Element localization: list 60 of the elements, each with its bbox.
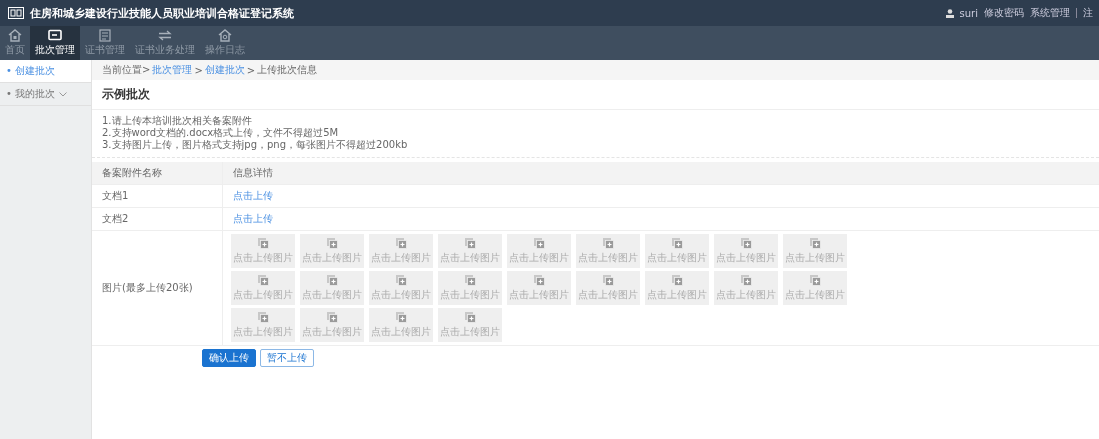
breadcrumb-text: > — [194, 64, 203, 76]
app-title: 住房和城乡建设行业技能人员职业培训合格证登记系统 — [30, 5, 294, 21]
nav-tab[interactable]: 操作日志 — [200, 26, 250, 60]
add-image-icon — [602, 274, 614, 286]
add-image-icon — [809, 237, 821, 249]
breadcrumb-link[interactable]: 批次管理 — [152, 63, 193, 77]
sidebar-item[interactable]: • 我的批次 — [0, 83, 91, 106]
add-image-icon — [257, 237, 269, 249]
add-image-icon — [671, 274, 683, 286]
instruction-text: 2.支持word文档的.docx格式上传，文件不得超过5M — [102, 127, 340, 139]
nav-tab[interactable]: 批次管理 — [30, 26, 80, 60]
username[interactable]: suri — [959, 7, 978, 19]
breadcrumb-link[interactable]: 创建批次 — [204, 63, 245, 77]
add-image-icon — [671, 237, 683, 249]
nav-tab[interactable]: 证书管理 — [80, 26, 130, 60]
page-title: 示例批次 — [92, 80, 1099, 110]
breadcrumb-text: > — [246, 64, 256, 76]
add-image-icon — [533, 237, 545, 249]
document-icon — [98, 29, 112, 42]
header-link[interactable]: 注 — [1083, 6, 1093, 20]
column-header: 信息详情 — [232, 166, 274, 180]
upload-link[interactable]: 点击上传 — [233, 189, 273, 203]
add-image-icon — [395, 237, 407, 249]
add-image-icon — [533, 274, 545, 286]
header-link[interactable]: 系统管理 — [1030, 6, 1070, 20]
instruction-text: 1.请上传本培训批次相关备案附件 — [102, 115, 253, 127]
add-image-icon — [257, 311, 269, 323]
logo-icon — [8, 7, 24, 19]
table-cell: 文档2 — [92, 208, 223, 230]
add-image-icon — [464, 237, 476, 249]
add-image-icon — [326, 311, 338, 323]
add-image-icon — [395, 274, 407, 286]
home-icon — [8, 29, 22, 42]
add-image-icon — [740, 274, 752, 286]
breadcrumb-text: 当前位置> — [102, 63, 151, 77]
user-icon — [945, 8, 954, 18]
instruction-text: 3.支持图片上传，图片格式支持jpg，png，每张图片不得超过200kb — [102, 139, 409, 151]
sidebar-item[interactable]: • 创建批次 — [0, 60, 91, 83]
cancel-button[interactable]: 暂不上传 — [260, 349, 314, 367]
header-link[interactable]: 修改密码 — [984, 6, 1024, 20]
swap-icon — [158, 29, 172, 42]
add-image-icon — [740, 237, 752, 249]
confirm-button[interactable]: 确认上传 — [202, 349, 256, 367]
column-header: 备案附件名称 — [92, 162, 223, 184]
add-image-icon — [395, 311, 407, 323]
add-image-icon — [602, 237, 614, 249]
upload-link[interactable]: 点击上传 — [233, 212, 273, 226]
add-image-icon — [326, 237, 338, 249]
add-image-icon — [464, 274, 476, 286]
table-cell: 文档1 — [92, 185, 223, 207]
nav-tab[interactable]: 证书业务处理 — [130, 26, 200, 60]
house-icon — [218, 29, 232, 42]
nav-tab[interactable]: 首页 — [0, 26, 30, 60]
table-cell: 图片(最多上传20张) — [92, 231, 223, 345]
add-image-icon — [464, 311, 476, 323]
add-image-icon — [809, 274, 821, 286]
monitor-icon — [48, 29, 62, 42]
breadcrumb-text: 上传批次信息 — [257, 63, 318, 77]
add-image-icon — [326, 274, 338, 286]
add-image-icon — [257, 274, 269, 286]
